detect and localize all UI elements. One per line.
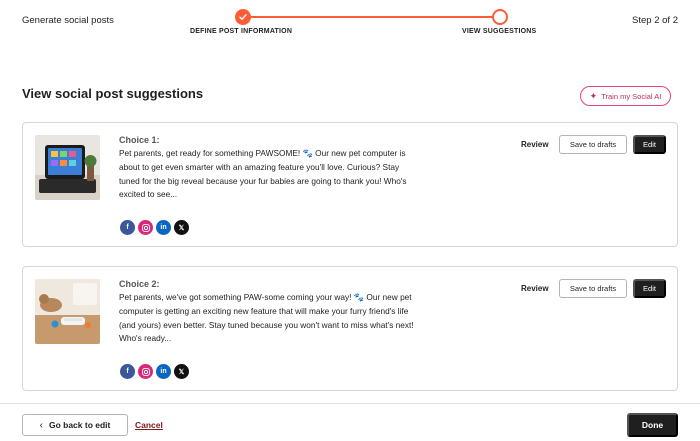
step-label-define: DEFINE POST INFORMATION (190, 28, 293, 35)
post-image (35, 135, 100, 200)
step-complete-icon (235, 9, 251, 25)
step-count: Step 2 of 2 (632, 15, 678, 26)
linkedin-icon: in (156, 220, 171, 235)
save-to-drafts-button[interactable]: Save to drafts (559, 135, 627, 154)
instagram-icon (138, 364, 153, 379)
edit-button[interactable]: Edit (633, 135, 666, 154)
instagram-icon (138, 220, 153, 235)
choice-label: Choice 1: (119, 135, 160, 145)
train-social-ai-button[interactable]: ✦ Train my Social AI (580, 86, 671, 106)
page-title: Generate social posts (22, 15, 114, 26)
post-image (35, 279, 100, 344)
section-title: View social post suggestions (22, 86, 204, 101)
cancel-link[interactable]: Cancel (135, 420, 163, 430)
footer-bar: ‹ Go back to edit Cancel Done (0, 403, 700, 441)
go-back-button[interactable]: ‹ Go back to edit (22, 414, 128, 436)
step-current-icon (492, 9, 508, 25)
linkedin-icon: in (156, 364, 171, 379)
done-button[interactable]: Done (627, 413, 678, 437)
network-list: f in 𝕏 (120, 364, 189, 379)
top-bar: Generate social posts DEFINE POST INFORM… (0, 0, 700, 44)
review-label: Review (521, 140, 549, 149)
x-icon: 𝕏 (174, 220, 189, 235)
post-text: Pet parents, we've got something PAW-som… (119, 292, 414, 344)
stepper-progress-line (243, 16, 500, 18)
review-label: Review (521, 284, 549, 293)
x-icon: 𝕏 (174, 364, 189, 379)
checkmark-icon (239, 14, 247, 20)
chevron-left-icon: ‹ (39, 419, 43, 431)
network-list: f in 𝕏 (120, 220, 189, 235)
go-back-label: Go back to edit (48, 420, 111, 430)
post-suggestion-card: Choice 2: Pet parents, we've got somethi… (22, 266, 678, 391)
choice-label: Choice 2: (119, 279, 160, 289)
facebook-icon: f (120, 220, 135, 235)
facebook-icon: f (120, 364, 135, 379)
train-button-label: Train my Social AI (601, 91, 662, 101)
save-to-drafts-button[interactable]: Save to drafts (559, 279, 627, 298)
sparkle-icon: ✦ (589, 90, 598, 101)
post-text: Pet parents, get ready for something PAW… (119, 148, 407, 200)
edit-button[interactable]: Edit (633, 279, 666, 298)
step-label-suggestions: VIEW SUGGESTIONS (462, 28, 537, 35)
post-suggestion-card: Choice 1: Pet parents, get ready for som… (22, 122, 678, 247)
